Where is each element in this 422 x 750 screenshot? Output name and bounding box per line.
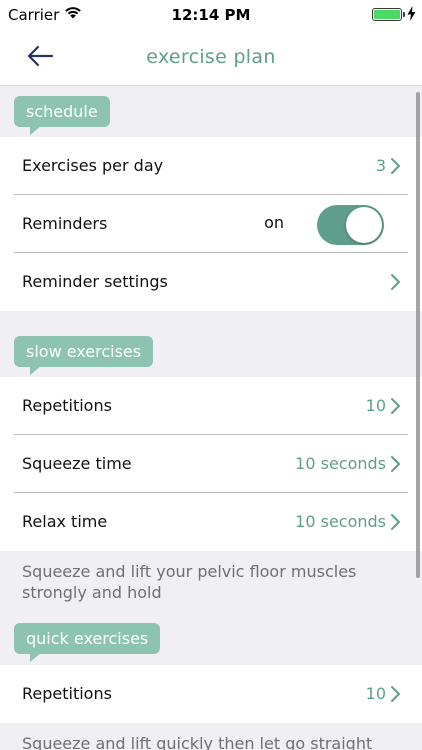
slow-exercises-description: Squeeze and lift your pelvic floor muscl… <box>22 562 357 602</box>
chevron-right-icon <box>391 456 400 472</box>
bolt-icon <box>407 6 416 21</box>
reminders-row: Reminders on <box>0 195 422 253</box>
exercise-plan-screen: Carrier 12:14 PM exercise plan schedule … <box>0 0 422 750</box>
quick-exercises-description: Squeeze and lift quickly then let go str… <box>22 734 373 750</box>
row-label: Repetitions <box>22 684 112 703</box>
slow-repetitions-row[interactable]: Repetitions 10 <box>0 377 422 435</box>
section-tag-schedule: schedule <box>14 96 110 135</box>
section-tag-slow-exercises: slow exercises <box>14 336 154 375</box>
row-label: Relax time <box>22 512 108 531</box>
row-label: Exercises per day <box>22 156 164 175</box>
schedule-group: Exercises per day 3 Reminders on Reminde… <box>0 137 422 311</box>
navigation-bar: exercise plan <box>0 30 422 86</box>
toggle-state-label: on <box>264 213 284 232</box>
reminders-toggle[interactable] <box>317 205 384 245</box>
chevron-right-icon <box>391 274 400 290</box>
row-label: Squeeze time <box>22 454 132 473</box>
vertical-scrollbar[interactable] <box>416 92 420 578</box>
slow-exercises-group: Repetitions 10 Squeeze time 10 seconds R… <box>0 377 422 551</box>
reminder-settings-row[interactable]: Reminder settings <box>0 253 422 311</box>
row-value: 10 <box>365 396 386 415</box>
squeeze-time-row[interactable]: Squeeze time 10 seconds <box>0 435 422 493</box>
status-bar: Carrier 12:14 PM <box>0 0 422 30</box>
row-label: Reminder settings <box>22 272 168 291</box>
clock: 12:14 PM <box>171 6 251 24</box>
toggle-knob <box>346 207 382 243</box>
chevron-right-icon <box>391 686 400 702</box>
quick-repetitions-row[interactable]: Repetitions 10 <box>0 665 422 723</box>
chevron-right-icon <box>391 158 400 174</box>
row-value: 10 <box>365 684 386 703</box>
chevron-right-icon <box>391 514 400 530</box>
row-label: Reminders <box>22 214 108 233</box>
relax-time-row[interactable]: Relax time 10 seconds <box>0 493 422 551</box>
page-title: exercise plan <box>146 46 276 68</box>
section-tag-quick-exercises: quick exercises <box>14 623 161 662</box>
exercises-per-day-row[interactable]: Exercises per day 3 <box>0 137 422 195</box>
row-value: 3 <box>375 156 386 175</box>
row-label: Repetitions <box>22 396 112 415</box>
row-value: 10 seconds <box>295 454 386 473</box>
row-value: 10 seconds <box>295 512 386 531</box>
chevron-right-icon <box>391 398 400 414</box>
quick-exercises-group: Repetitions 10 <box>0 665 422 723</box>
battery-icon <box>372 8 402 21</box>
battery-tip <box>403 12 405 17</box>
